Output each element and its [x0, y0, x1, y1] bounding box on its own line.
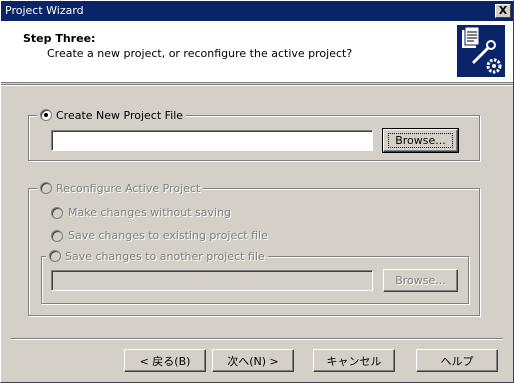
browse-button[interactable]: Browse...: [382, 128, 459, 153]
window-title: Project Wizard: [5, 4, 84, 17]
make-changes-radio[interactable]: [51, 206, 63, 219]
footer-divider-highlight: [11, 339, 503, 340]
reconfigure-project-label: Reconfigure Active Project: [56, 181, 201, 195]
help-button[interactable]: ヘルプ: [416, 349, 498, 372]
help-button-label: ヘルプ: [440, 354, 474, 368]
another-project-path-input[interactable]: [51, 270, 373, 291]
wizard-header: Step Three: Create a new project, or rec…: [1, 21, 513, 83]
cancel-button-label: キャンセル: [326, 354, 382, 368]
save-another-file-radio[interactable]: Save changes to another project file: [46, 249, 268, 263]
cancel-button[interactable]: キャンセル: [313, 349, 395, 372]
next-button[interactable]: 次へ(N) >: [212, 349, 294, 372]
save-existing-radio[interactable]: [51, 229, 63, 242]
browse-another-button[interactable]: Browse...: [383, 269, 458, 292]
option-make-changes-without-saving[interactable]: Make changes without saving: [51, 206, 231, 219]
make-changes-label: Make changes without saving: [68, 206, 232, 219]
step-description: Create a new project, or reconfigure the…: [47, 47, 353, 60]
create-project-label: Create New Project File: [56, 108, 184, 122]
header-divider-highlight: [1, 85, 513, 86]
title-bar[interactable]: Project Wizard X: [1, 1, 513, 21]
back-button[interactable]: < 戻る(B): [124, 349, 206, 372]
next-button-label: 次へ(N) >: [227, 354, 279, 368]
option-save-existing-file[interactable]: Save changes to existing project file: [51, 229, 268, 242]
step-title: Step Three:: [23, 32, 96, 45]
browse-another-button-label: Browse...: [395, 274, 446, 287]
reconfigure-project-radio[interactable]: Reconfigure Active Project: [37, 181, 204, 195]
new-project-path-input[interactable]: [51, 130, 373, 151]
project-wizard-window: Project Wizard X Step Three: Create a ne…: [0, 0, 514, 383]
create-project-radio-indicator[interactable]: [40, 109, 52, 121]
save-existing-label: Save changes to existing project file: [68, 229, 268, 242]
close-icon: X: [498, 4, 508, 17]
back-button-label: < 戻る(B): [139, 354, 191, 368]
create-project-radio[interactable]: Create New Project File: [37, 108, 187, 122]
save-another-label: Save changes to another project file: [65, 249, 265, 263]
browse-button-label: Browse...: [388, 133, 453, 148]
close-button[interactable]: X: [495, 4, 511, 18]
wizard-tools-icon: [457, 25, 505, 77]
reconfigure-project-radio-indicator[interactable]: [40, 182, 52, 194]
save-another-radio-indicator[interactable]: [49, 250, 61, 262]
